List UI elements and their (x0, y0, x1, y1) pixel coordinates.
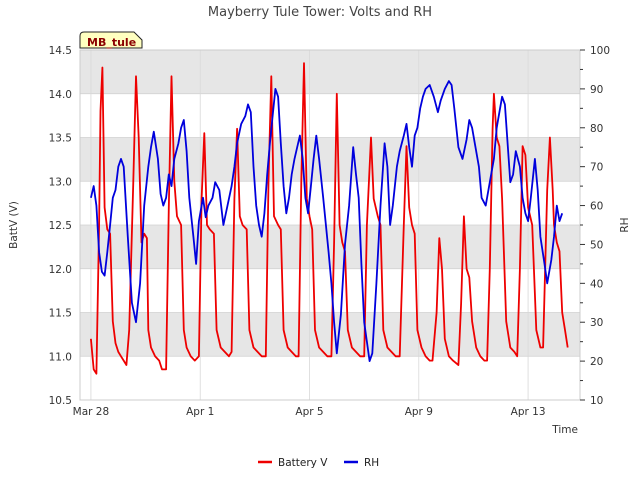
chart: Mayberry Tule Tower: Volts and RH 10.5 11… (8, 5, 631, 469)
x-tick-label: Apr 1 (186, 406, 214, 418)
y-tick-label-left: 13.0 (49, 176, 72, 188)
station-label: MB_tule (87, 36, 136, 49)
y-axis-label-left: BattV (V) (8, 201, 20, 249)
x-axis: Mar 28 Apr 1 Apr 5 Apr 9 Apr 13 (73, 406, 546, 418)
legend-label-battery-v: Battery V (278, 457, 328, 469)
y-tick-label-left: 11.5 (49, 308, 72, 320)
y-tick-label-left: 12.5 (49, 220, 72, 232)
x-tick-label: Mar 28 (73, 406, 110, 418)
right-axis: 10 20 30 40 50 60 70 80 90 100 (580, 45, 610, 407)
y-tick-label-right: 50 (590, 239, 603, 251)
y-tick-label-right: 100 (590, 45, 610, 57)
y-tick-label-right: 30 (590, 317, 603, 329)
y-tick-label-left: 14.5 (49, 45, 72, 57)
background-band (80, 312, 580, 357)
x-tick-label: Apr 13 (511, 406, 546, 418)
y-tick-label-left: 14.0 (49, 89, 72, 101)
left-axis: 10.5 11.0 11.5 12.0 12.5 13.0 13.5 14.0 14.5 (49, 45, 72, 407)
x-axis-label: Time (551, 424, 578, 436)
chart-title: Mayberry Tule Tower: Volts and RH (208, 5, 432, 20)
background-band (80, 181, 580, 225)
x-tick-label: Apr 9 (405, 406, 433, 418)
y-tick-label-right: 40 (590, 278, 603, 290)
y-tick-label-right: 90 (590, 84, 603, 96)
legend-label-rh: RH (364, 457, 379, 469)
y-tick-label-right: 60 (590, 201, 603, 213)
y-tick-label-left: 12.0 (49, 264, 72, 276)
y-tick-label-right: 10 (590, 395, 603, 407)
background-band (80, 50, 580, 94)
legend: Battery V RH (258, 457, 379, 469)
y-tick-label-left: 10.5 (49, 395, 72, 407)
background-band (80, 356, 580, 400)
y-axis-label-right: RH (619, 217, 631, 232)
station-label-box: MB_tule (79, 31, 143, 49)
y-tick-label-right: 70 (590, 162, 603, 174)
y-tick-label-right: 80 (590, 123, 603, 135)
x-tick-label: Apr 5 (295, 406, 323, 418)
y-tick-label-right: 20 (590, 356, 603, 368)
y-tick-label-left: 11.0 (49, 351, 72, 363)
y-tick-label-left: 13.5 (49, 133, 72, 145)
